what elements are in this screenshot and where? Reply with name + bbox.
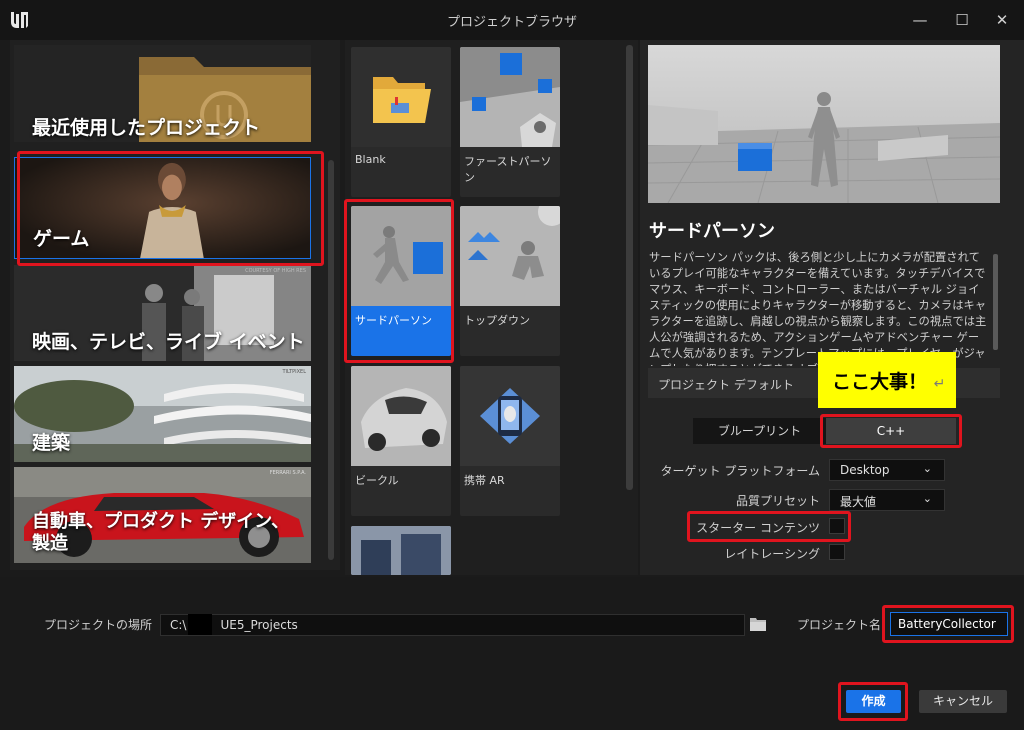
category-architecture[interactable]: TILTPIXEL 建築 bbox=[14, 366, 311, 462]
template-tile-partial[interactable] bbox=[351, 526, 451, 575]
watermark-text: COURTESY OF HIGH RES bbox=[245, 268, 306, 274]
watermark-text: FERRARI S.P.A. bbox=[270, 470, 307, 476]
annotation-callout: ここ大事！ ↵ bbox=[818, 352, 956, 408]
template-thumbnail bbox=[460, 47, 560, 147]
location-prefix: C:\ bbox=[170, 618, 187, 632]
third-person-preview-scene bbox=[648, 45, 1000, 203]
browse-folder-icon[interactable] bbox=[750, 617, 766, 631]
dropdown-value: Desktop bbox=[840, 463, 890, 477]
annotation-callout-text: ここ大事！ bbox=[832, 371, 928, 393]
template-label: トップダウン bbox=[464, 314, 530, 327]
project-name-input[interactable]: BatteryCollector bbox=[890, 612, 1008, 636]
template-tile-top-down[interactable]: トップダウン bbox=[460, 206, 560, 356]
category-automotive-product-design[interactable]: FERRARI S.P.A. 自動車、プロダクト デザイン、製造 bbox=[14, 467, 311, 563]
template-thumbnail bbox=[460, 206, 560, 306]
window-title: プロジェクトブラウザ bbox=[446, 15, 577, 30]
template-label: 携帯 AR bbox=[464, 474, 505, 487]
quality-preset-dropdown[interactable]: 最大値 ⌄ bbox=[829, 489, 945, 511]
category-film-tv-live-events[interactable]: COURTESY OF HIGH RES 映画、テレビ、ライブ イベント bbox=[14, 265, 311, 361]
cpp-option-button[interactable]: C++ bbox=[826, 418, 956, 444]
blueprint-option-button[interactable]: ブループリント bbox=[693, 418, 826, 444]
project-browser-window: プロジェクトブラウザ — ☐ ✕ 最近使用したプロジェクト ゲーム COURTE… bbox=[0, 0, 1024, 730]
chevron-down-icon: ⌄ bbox=[922, 492, 932, 505]
description-scrollbar[interactable] bbox=[993, 254, 998, 350]
starter-content-checkbox[interactable] bbox=[829, 518, 845, 534]
cancel-button[interactable]: キャンセル bbox=[919, 690, 1007, 713]
template-preview-image bbox=[648, 45, 1000, 203]
template-thumbnail bbox=[351, 366, 451, 466]
category-label: ゲーム bbox=[33, 228, 90, 250]
return-mark-glyph: ↵ bbox=[933, 376, 946, 392]
category-label: 自動車、プロダクト デザイン、製造 bbox=[32, 511, 290, 554]
template-detail-title: サードパーソン bbox=[649, 221, 775, 242]
starter-content-label: スターター コンテンツ bbox=[696, 521, 820, 535]
folder-icon bbox=[373, 77, 431, 123]
target-platform-dropdown[interactable]: Desktop ⌄ bbox=[829, 459, 945, 481]
handheld-ar-icon bbox=[460, 366, 560, 466]
minimize-button[interactable]: — bbox=[908, 8, 932, 32]
category-label: 映画、テレビ、ライブ イベント bbox=[32, 331, 305, 353]
chevron-down-icon: ⌄ bbox=[922, 462, 932, 475]
template-thumbnail bbox=[460, 366, 560, 466]
unreal-logo-icon bbox=[11, 12, 28, 28]
template-label: ファーストパーソン bbox=[464, 155, 552, 184]
category-recent-projects[interactable]: 最近使用したプロジェクト bbox=[14, 45, 311, 142]
template-scene-image bbox=[351, 526, 451, 575]
third-person-scene-image bbox=[351, 206, 451, 306]
vehicle-car-image bbox=[351, 366, 451, 466]
first-person-scene-image bbox=[460, 47, 560, 147]
template-label: Blank bbox=[355, 153, 386, 166]
project-name-label: プロジェクト名 bbox=[797, 618, 882, 632]
maximize-button[interactable]: ☐ bbox=[950, 8, 974, 32]
category-label: 最近使用したプロジェクト bbox=[32, 117, 261, 139]
category-games[interactable]: ゲーム bbox=[14, 157, 311, 259]
top-down-scene-image bbox=[460, 206, 560, 306]
title-bar: プロジェクトブラウザ — ☐ ✕ bbox=[0, 0, 1024, 40]
category-scrollbar[interactable] bbox=[328, 160, 334, 560]
location-suffix: UE5_Projects bbox=[220, 618, 298, 632]
redacted-username-block bbox=[188, 614, 212, 635]
quality-preset-label: 品質プリセット bbox=[735, 494, 820, 508]
raytracing-checkbox[interactable] bbox=[829, 544, 845, 560]
category-label: 建築 bbox=[32, 432, 71, 454]
template-tile-blank[interactable]: Blank bbox=[351, 47, 451, 197]
watermark-text: TILTPIXEL bbox=[281, 369, 306, 375]
template-description: サードパーソン パックは、後ろ側と少し上にカメラが配置されているプレイ可能なキャ… bbox=[649, 251, 987, 366]
template-tile-third-person[interactable]: サードパーソン bbox=[351, 206, 451, 356]
project-location-label: プロジェクトの場所 bbox=[44, 618, 153, 632]
template-label: サードパーソン bbox=[355, 314, 432, 327]
template-tile-first-person[interactable]: ファーストパーソン bbox=[460, 47, 560, 197]
template-thumbnail bbox=[351, 47, 451, 147]
raytracing-label: レイトレーシング bbox=[724, 547, 820, 561]
target-platform-label: ターゲット プラットフォーム bbox=[660, 464, 820, 478]
template-thumbnail bbox=[351, 526, 451, 575]
template-grid-scrollbar[interactable] bbox=[626, 45, 633, 490]
dropdown-value: 最大値 bbox=[840, 495, 877, 509]
template-thumbnail bbox=[351, 206, 451, 306]
template-tile-vehicle[interactable]: ビークル bbox=[351, 366, 451, 516]
create-button[interactable]: 作成 bbox=[846, 690, 901, 713]
template-label: ビークル bbox=[355, 474, 399, 487]
close-button[interactable]: ✕ bbox=[990, 8, 1014, 32]
project-location-input[interactable]: C:\ UE5_Projects bbox=[160, 614, 745, 636]
template-tile-handheld-ar[interactable]: 携帯 AR bbox=[460, 366, 560, 516]
